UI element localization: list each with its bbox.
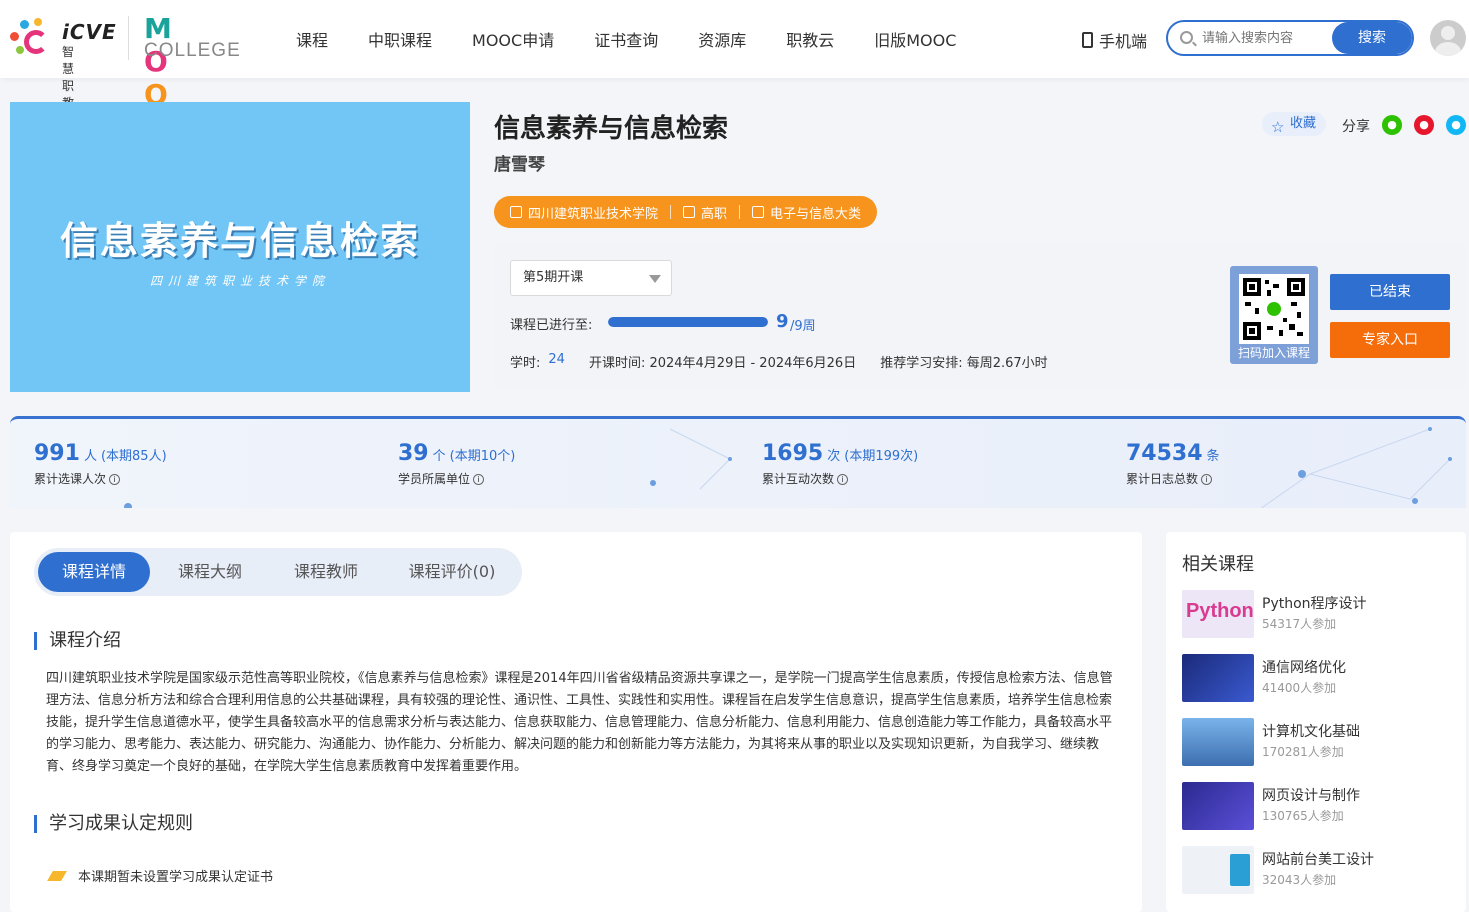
course-thumbnail <box>1182 654 1254 702</box>
course-ended-button[interactable]: 已结束 <box>1330 274 1450 310</box>
logo-sub-text: 智慧职教 <box>62 45 75 110</box>
top-header: iCVE 智慧职教 MOOC COLLEGE 课程 中职课程 MOOC申请 证书… <box>0 0 1469 144</box>
cert-notice: 本课期暂未设置学习成果认定证书 <box>47 866 274 885</box>
progress-fill <box>608 317 768 327</box>
layers-icon <box>683 206 696 218</box>
related-course-item[interactable]: 网站前台美工设计 32043人参加 <box>1182 846 1462 896</box>
wechat-share-icon[interactable]: ● <box>1382 115 1402 135</box>
search-input[interactable] <box>1200 22 1340 54</box>
nav-item-courses[interactable]: 课程 <box>296 27 328 51</box>
qr-code-card[interactable]: 扫码加入课程 <box>1230 266 1318 364</box>
tab-syllabus[interactable]: 课程大纲 <box>154 552 266 592</box>
expert-entry-button[interactable]: 专家入口 <box>1330 322 1450 358</box>
tab-teachers[interactable]: 课程教师 <box>270 552 382 592</box>
course-tags: 四川建筑职业技术学院 高职 电子与信息大类 <box>494 196 878 228</box>
intro-section-title: 课程介绍 <box>34 632 121 650</box>
star-icon: ☆ <box>1271 118 1285 136</box>
stats-background-network <box>124 427 1452 508</box>
tab-course-detail[interactable]: 课程详情 <box>38 552 150 592</box>
mobile-link[interactable]: 手机端 <box>1082 28 1147 52</box>
progress-bar <box>608 317 768 327</box>
study-schedule: 推荐学习安排: 每周2.67小时 <box>880 356 1048 371</box>
info-icon[interactable]: i <box>837 474 849 485</box>
course-detail-main: 课程详情 课程大纲 课程教师 课程评价(0) 课程介绍 四川建筑职业技术学院是国… <box>10 532 1142 912</box>
related-courses-panel: 相关课程 Python Python程序设计 54317人参加 通信网络优化 4… <box>1166 532 1466 912</box>
stat-units: 39 个 (本期10个) 学员所属单位 i <box>398 441 516 486</box>
info-icon[interactable]: i <box>1201 474 1213 485</box>
book-icon <box>752 206 765 218</box>
course-thumbnail <box>1182 846 1254 894</box>
related-title: 相关课程 <box>1182 554 1254 575</box>
user-avatar[interactable] <box>1430 20 1466 56</box>
course-teacher[interactable]: 唐雪琴 <box>494 150 545 175</box>
share-label: 分享 <box>1342 119 1370 135</box>
related-course-item[interactable]: 计算机文化基础 170281人参加 <box>1182 718 1462 768</box>
info-icon[interactable]: i <box>109 474 121 485</box>
rules-section-title: 学习成果认定规则 <box>34 815 193 833</box>
progress-label: 课程已进行至: <box>510 318 593 333</box>
favorite-label: 收藏 <box>1290 116 1317 131</box>
related-course-item[interactable]: Python Python程序设计 54317人参加 <box>1182 590 1462 640</box>
favorite-button[interactable]: ☆ 收藏 <box>1262 112 1326 136</box>
mobile-label: 手机端 <box>1099 32 1148 51</box>
qr-label: 扫码加入课程 <box>1237 346 1310 360</box>
course-stats-bar: 991 人 (本期85人) 累计选课人次 i 39 个 (本期10个) 学员所属单位 i 1… <box>10 416 1466 508</box>
detail-tabs: 课程详情 课程大纲 课程教师 课程评价(0) <box>34 548 522 596</box>
tab-reviews[interactable]: 课程评价(0) <box>386 552 518 592</box>
nav-item-resources[interactable]: 资源库 <box>698 27 746 51</box>
course-thumbnail: Python <box>1182 590 1254 638</box>
session-select[interactable]: 第5期开课 <box>510 260 672 296</box>
tag-category[interactable]: 电子与信息大类 <box>752 203 861 222</box>
logo-brand-text: iCVE <box>62 20 117 44</box>
diamond-icon <box>47 870 67 881</box>
nav-item-cert-query[interactable]: 证书查询 <box>594 27 658 51</box>
hours-value: 24 <box>548 352 565 367</box>
icve-logo-icon <box>10 18 54 58</box>
search-icon <box>1180 31 1193 44</box>
nav-item-mooc-apply[interactable]: MOOC申请 <box>472 27 554 51</box>
course-title: 信息素养与信息检索 <box>494 114 729 144</box>
course-dates: 开课时间: 2024年4月29日 - 2024年6月26日 <box>588 356 857 371</box>
search-button[interactable]: 搜索 <box>1332 22 1412 54</box>
cert-notice-text: 本课期暂未设置学习成果认定证书 <box>78 870 274 885</box>
search-box: 搜索 <box>1166 20 1414 56</box>
nav-item-secondary-courses[interactable]: 中职课程 <box>368 27 432 51</box>
hours-label: 学时: <box>510 356 541 371</box>
logo-divider <box>128 16 129 60</box>
course-info-panel: 第5期开课 课程已进行至: 9 /9周 学时: 24 开课时间: 2024年4月… <box>494 244 1466 388</box>
nav-item-old-mooc[interactable]: 旧版MOOC <box>874 27 956 51</box>
stat-logs: 74534 条 累计日志总数 i <box>1126 441 1220 486</box>
progress-current: 9 <box>776 311 789 332</box>
info-icon[interactable]: i <box>473 474 485 485</box>
weibo-share-icon[interactable]: ● <box>1414 115 1434 135</box>
qq-share-icon[interactable]: ● <box>1446 115 1466 135</box>
cover-subtitle: 四川建筑职业技术学院 <box>149 274 330 288</box>
phone-icon <box>1082 32 1093 48</box>
course-cover-image: 信息素养与信息检索 四川建筑职业技术学院 <box>10 102 470 392</box>
nav-item-zjy[interactable]: 职教云 <box>786 27 834 51</box>
related-course-item[interactable]: 通信网络优化 41400人参加 <box>1182 654 1462 704</box>
main-nav: 课程 中职课程 MOOC申请 证书查询 资源库 职教云 旧版MOOC <box>296 0 996 78</box>
tag-school[interactable]: 四川建筑职业技术学院 <box>510 203 658 222</box>
college-logo-text: COLLEGE <box>144 40 241 61</box>
course-thumbnail <box>1182 718 1254 766</box>
related-course-item[interactable]: 网页设计与制作 130765人参加 <box>1182 782 1462 832</box>
tag-level[interactable]: 高职 <box>683 203 727 222</box>
course-meta: 学时: 24 开课时间: 2024年4月29日 - 2024年6月26日 推荐学… <box>510 352 1048 371</box>
cover-title: 信息素养与信息检索 <box>59 219 420 263</box>
session-selected: 第5期开课 <box>523 270 584 285</box>
intro-text: 四川建筑职业技术学院是国家级示范性高等职业院校，《信息素养与信息检索》课程是20… <box>46 671 1113 774</box>
course-thumbnail <box>1182 782 1254 830</box>
qr-code-image <box>1239 274 1309 344</box>
stat-enrollments: 991 人 (本期85人) 累计选课人次 i <box>34 441 167 486</box>
progress-total: /9周 <box>790 319 816 334</box>
chevron-down-icon <box>649 275 661 283</box>
stat-interactions: 1695 次 (本期199次) 累计互动次数 i <box>762 441 919 486</box>
school-icon <box>510 206 522 218</box>
